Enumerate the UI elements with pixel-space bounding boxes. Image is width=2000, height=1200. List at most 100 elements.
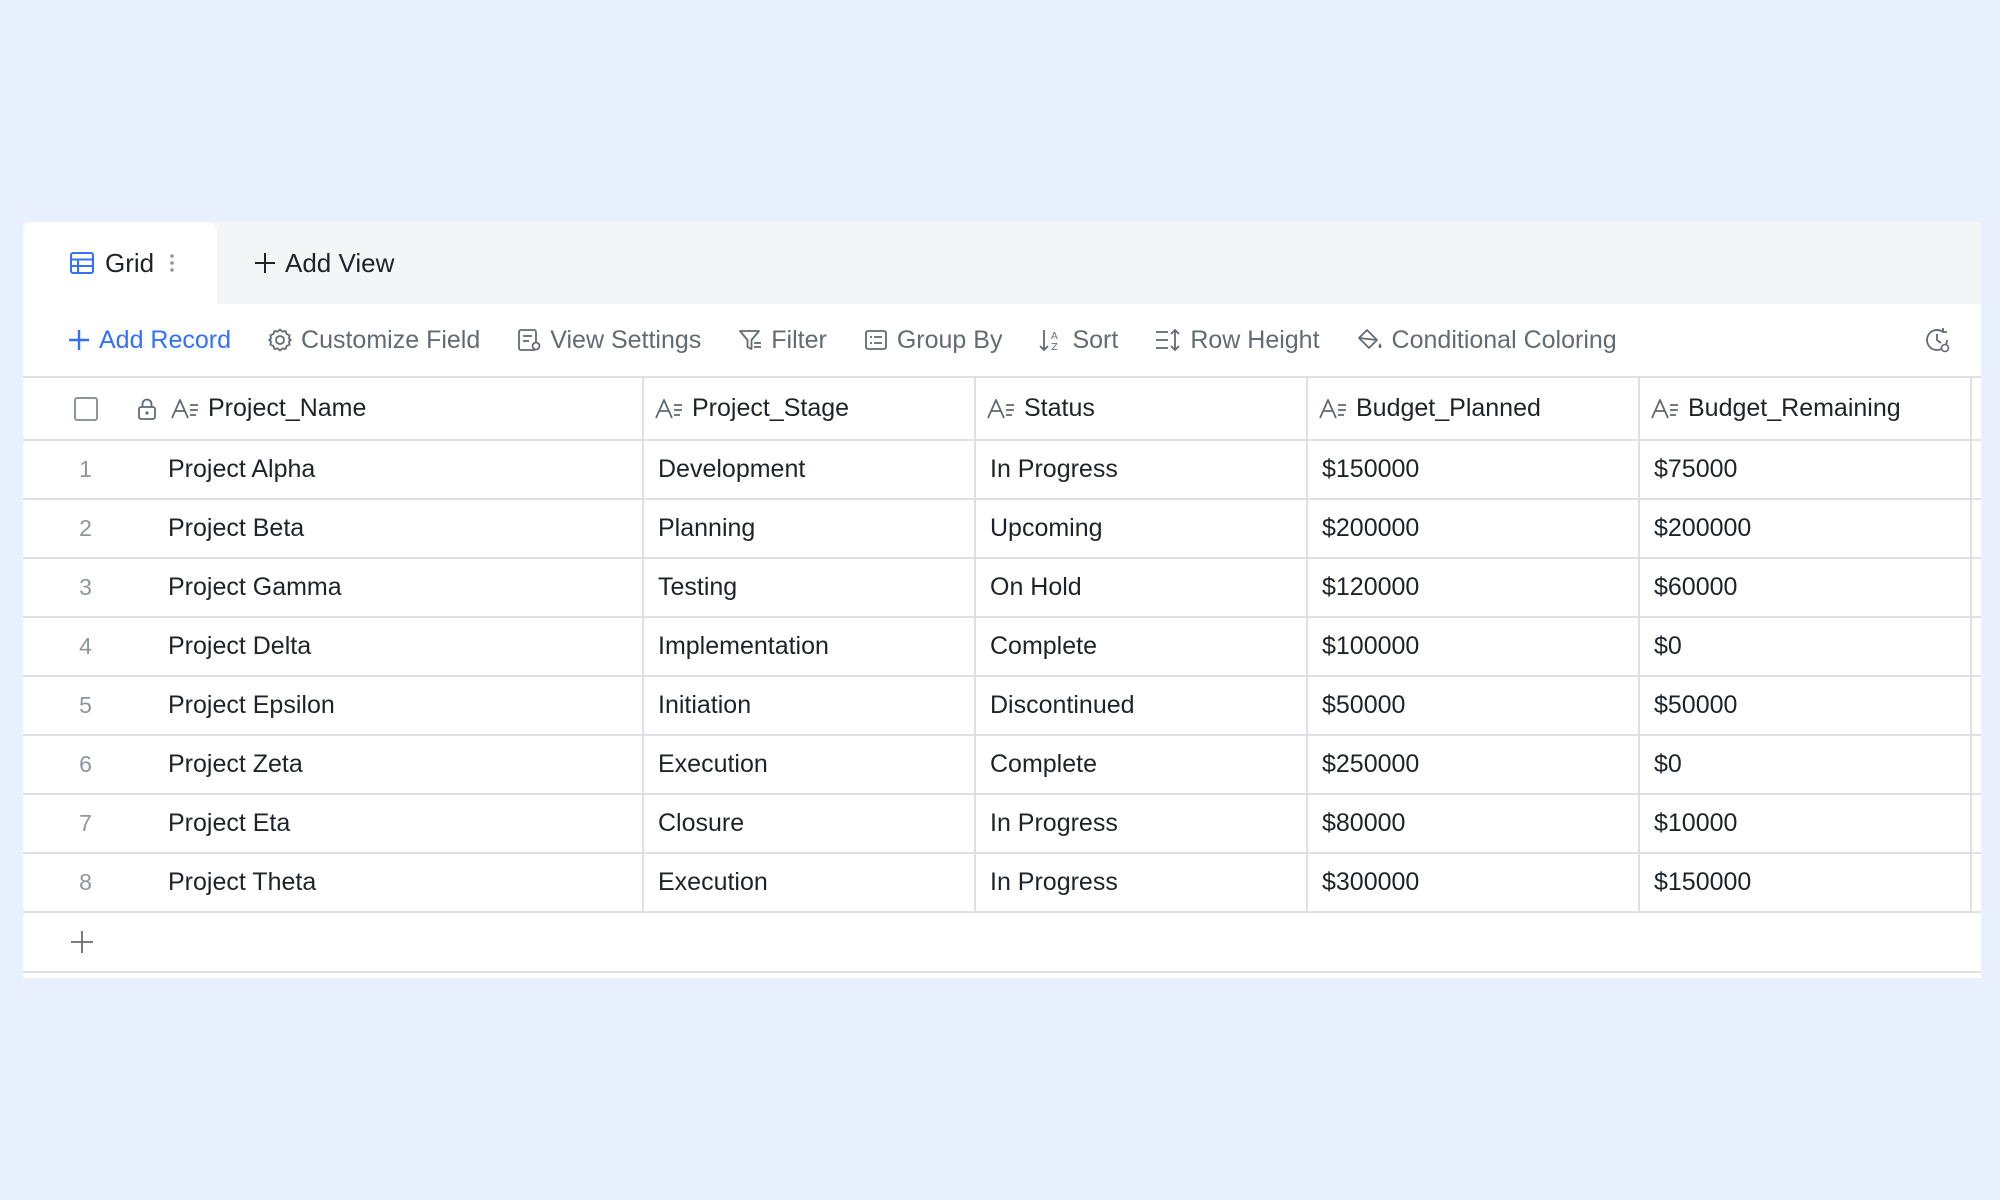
cell-budget-remaining[interactable]: $200000 <box>1640 500 1972 557</box>
row-index: 4 <box>79 633 92 659</box>
filter-label: Filter <box>771 325 827 354</box>
cell-project-name[interactable]: Project Gamma <box>148 559 644 616</box>
cell-project-stage[interactable]: Execution <box>644 854 976 911</box>
toolbar: Add Record Customize Field View Settings <box>23 304 1981 378</box>
cell-budget-remaining[interactable]: $0 <box>1640 736 1972 793</box>
row-height-button[interactable]: Row Height <box>1154 320 1320 360</box>
column-header-project-name[interactable]: Project_Name <box>136 378 644 439</box>
cell-project-stage[interactable]: Implementation <box>644 618 976 675</box>
cell-project-name[interactable]: Project Eta <box>148 795 644 852</box>
cell-status[interactable]: In Progress <box>976 795 1308 852</box>
add-row-button[interactable] <box>23 913 1981 973</box>
row-height-label: Row Height <box>1190 325 1320 354</box>
add-record-button[interactable]: Add Record <box>67 320 231 360</box>
table-row[interactable]: 5 Project Epsilon Initiation Discontinue… <box>23 677 1981 736</box>
cell-budget-planned[interactable]: $150000 <box>1308 441 1640 498</box>
cell-budget-planned[interactable]: $200000 <box>1308 500 1640 557</box>
table-row[interactable]: 1 Project Alpha Development In Progress … <box>23 441 1981 500</box>
tab-grid-label: Grid <box>105 247 155 278</box>
column-header-budget-remaining[interactable]: Budget_Remaining <box>1640 378 1972 439</box>
cell-project-stage[interactable]: Testing <box>644 559 976 616</box>
cell-project-name[interactable]: Project Alpha <box>148 441 644 498</box>
cell-project-stage[interactable]: Initiation <box>644 677 976 734</box>
text-field-icon <box>655 398 682 418</box>
cell-budget-planned[interactable]: $300000 <box>1308 854 1640 911</box>
cell-status[interactable]: Complete <box>976 618 1308 675</box>
cell-budget-planned[interactable]: $80000 <box>1308 795 1640 852</box>
filter-button[interactable]: Filter <box>737 320 827 360</box>
plus-icon <box>255 253 275 273</box>
column-header-budget-planned[interactable]: Budget_Planned <box>1308 378 1640 439</box>
add-view-label: Add View <box>285 247 395 278</box>
tab-grid[interactable]: Grid <box>23 222 217 304</box>
cell-budget-remaining[interactable]: $75000 <box>1640 441 1972 498</box>
conditional-coloring-button[interactable]: Conditional Coloring <box>1356 320 1617 360</box>
group-by-icon <box>864 330 887 350</box>
cell-project-name[interactable]: Project Delta <box>148 618 644 675</box>
svg-text:A: A <box>1051 331 1058 342</box>
table-row[interactable]: 2 Project Beta Planning Upcoming $200000… <box>23 500 1981 559</box>
cell-budget-remaining[interactable]: $10000 <box>1640 795 1972 852</box>
cell-project-stage[interactable]: Execution <box>644 736 976 793</box>
column-header-status[interactable]: Status <box>976 378 1308 439</box>
row-index: 5 <box>79 692 92 718</box>
cell-budget-remaining[interactable]: $0 <box>1640 618 1972 675</box>
cell-project-stage[interactable]: Planning <box>644 500 976 557</box>
row-height-icon <box>1156 328 1180 352</box>
cell-project-name[interactable]: Project Zeta <box>148 736 644 793</box>
cell-budget-planned[interactable]: $100000 <box>1308 618 1640 675</box>
customize-field-label: Customize Field <box>301 325 481 354</box>
column-header-label: Budget_Remaining <box>1688 394 1901 422</box>
data-grid: Project_Name Project_Stage Status Budget… <box>23 378 1981 973</box>
cell-budget-remaining[interactable]: $50000 <box>1640 677 1972 734</box>
row-index: 6 <box>79 751 92 777</box>
row-index: 3 <box>79 574 92 600</box>
history-button[interactable] <box>1923 320 1959 360</box>
cell-status[interactable]: In Progress <box>976 441 1308 498</box>
sort-label: Sort <box>1072 325 1119 354</box>
table-row[interactable]: 4 Project Delta Implementation Complete … <box>23 618 1981 677</box>
cell-status[interactable]: On Hold <box>976 559 1308 616</box>
column-header-project-stage[interactable]: Project_Stage <box>644 378 976 439</box>
row-index: 7 <box>79 810 92 836</box>
select-all-checkbox[interactable] <box>73 396 98 421</box>
more-vertical-icon[interactable] <box>168 251 176 275</box>
cell-budget-remaining[interactable]: $150000 <box>1640 854 1972 911</box>
cell-status[interactable]: In Progress <box>976 854 1308 911</box>
view-settings-icon <box>518 329 541 351</box>
cell-project-stage[interactable]: Development <box>644 441 976 498</box>
cell-project-stage[interactable]: Closure <box>644 795 976 852</box>
sort-icon: A Z <box>1039 330 1058 353</box>
sort-button[interactable]: A Z Sort <box>1038 320 1118 360</box>
row-index: 2 <box>79 515 92 541</box>
table-row[interactable]: 3 Project Gamma Testing On Hold $120000 … <box>23 559 1981 618</box>
view-tab-bar: Grid Add View <box>23 222 1981 304</box>
cell-budget-planned[interactable]: $120000 <box>1308 559 1640 616</box>
select-all-cell <box>23 378 148 439</box>
filter-icon <box>739 330 762 350</box>
cell-project-name[interactable]: Project Beta <box>148 500 644 557</box>
cell-budget-remaining[interactable]: $60000 <box>1640 559 1972 616</box>
table-row[interactable]: 6 Project Zeta Execution Complete $25000… <box>23 736 1981 795</box>
customize-field-button[interactable]: Customize Field <box>267 320 480 360</box>
text-field-icon <box>1319 398 1346 418</box>
group-by-button[interactable]: Group By <box>863 320 1002 360</box>
column-header-label: Budget_Planned <box>1356 394 1541 422</box>
table-row[interactable]: 8 Project Theta Execution In Progress $3… <box>23 854 1981 913</box>
grid-view-icon <box>70 252 94 274</box>
table-row[interactable]: 7 Project Eta Closure In Progress $80000… <box>23 795 1981 854</box>
row-index: 1 <box>79 456 92 482</box>
cell-project-name[interactable]: Project Theta <box>148 854 644 911</box>
cell-budget-planned[interactable]: $50000 <box>1308 677 1640 734</box>
lock-icon <box>138 398 156 420</box>
add-view-button[interactable]: Add View <box>253 222 394 304</box>
add-record-label: Add Record <box>99 325 232 354</box>
view-settings-button[interactable]: View Settings <box>516 320 701 360</box>
cell-status[interactable]: Complete <box>976 736 1308 793</box>
column-header-label: Project_Stage <box>692 394 850 422</box>
text-field-icon <box>987 398 1014 418</box>
cell-status[interactable]: Discontinued <box>976 677 1308 734</box>
cell-project-name[interactable]: Project Epsilon <box>148 677 644 734</box>
cell-budget-planned[interactable]: $250000 <box>1308 736 1640 793</box>
cell-status[interactable]: Upcoming <box>976 500 1308 557</box>
